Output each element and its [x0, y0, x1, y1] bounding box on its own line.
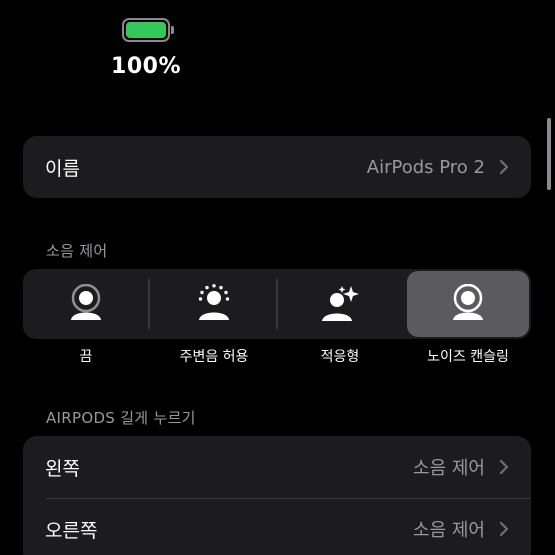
chevron-right-icon [499, 159, 509, 175]
battery-level-fill [126, 22, 166, 38]
battery-status: 100% [110, 18, 182, 79]
person-noise-cancel-icon[interactable] [448, 284, 488, 324]
right-value: 소음 제어 [413, 520, 485, 541]
press-hold-group: 왼쪽 소음 제어 오른쪽 소음 제어 [23, 436, 531, 555]
scrollbar[interactable] [547, 118, 551, 190]
battery-cap [171, 26, 174, 34]
segment-divider [276, 279, 278, 329]
chevron-right-icon [499, 459, 509, 475]
press-hold-section-label: AIRPODS 길게 누르기 [46, 409, 196, 427]
name-value: AirPods Pro 2 [366, 156, 485, 178]
airpods-settings-page: 100% 이름 AirPods Pro 2 소음 제어 끔 주변음 허용 적응형… [0, 0, 555, 555]
name-row[interactable]: 이름 AirPods Pro 2 [23, 136, 531, 198]
right-press-row[interactable]: 오른쪽 소음 제어 [23, 498, 531, 555]
chevron-right-icon [499, 521, 509, 537]
name-group: 이름 AirPods Pro 2 [23, 136, 531, 198]
person-off-icon[interactable] [66, 284, 106, 324]
left-label: 왼쪽 [45, 457, 80, 480]
person-transparency-icon[interactable] [194, 284, 234, 324]
noise-control-segmented [23, 269, 531, 339]
segment-divider [148, 279, 150, 329]
left-press-row[interactable]: 왼쪽 소음 제어 [23, 436, 531, 498]
battery-icon [122, 18, 174, 42]
name-label: 이름 [45, 157, 80, 180]
segment-label-noise-cancellation: 노이즈 캔슬링 [427, 349, 509, 365]
noise-control-section-label: 소음 제어 [46, 242, 108, 260]
segment-label-off: 끔 [79, 349, 93, 365]
battery-percent: 100% [111, 54, 181, 79]
person-adaptive-icon[interactable] [320, 284, 360, 324]
segment-label-adaptive: 적응형 [320, 349, 360, 365]
left-value: 소음 제어 [413, 458, 485, 479]
right-label: 오른쪽 [45, 519, 98, 542]
segment-label-transparency: 주변음 허용 [179, 349, 249, 365]
